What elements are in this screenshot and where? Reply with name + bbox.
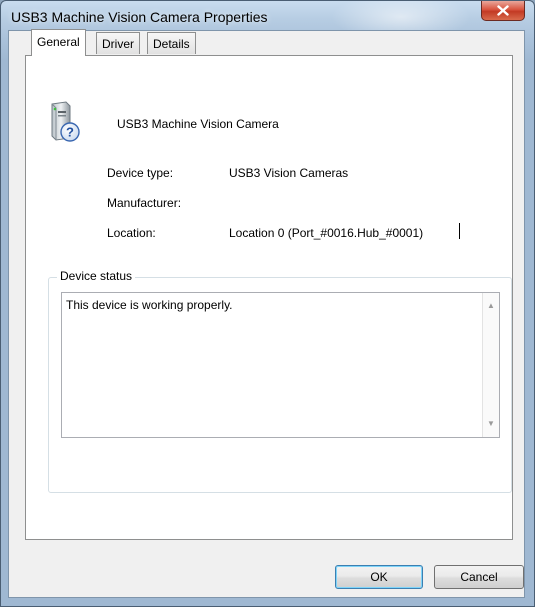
tab-driver[interactable]: Driver — [96, 32, 140, 54]
text-caret — [459, 223, 460, 239]
manufacturer-label: Manufacturer: — [107, 196, 182, 210]
device-name: USB3 Machine Vision Camera — [117, 117, 279, 131]
device-status-label: Device status — [57, 269, 136, 283]
device-type-label: Device type: — [107, 166, 174, 180]
close-icon — [497, 5, 509, 16]
unknown-device-icon: ? — [51, 101, 80, 142]
ok-button[interactable]: OK — [335, 565, 423, 589]
tab-details[interactable]: Details — [147, 32, 196, 54]
device-type-value: USB3 Vision Cameras — [229, 166, 349, 180]
device-status-text: This device is working properly. — [66, 298, 233, 312]
tab-general[interactable]: General — [31, 29, 86, 56]
location-value[interactable]: Location 0 (Port_#0016.Hub_#0001) — [229, 226, 423, 240]
location-label: Location: — [107, 226, 156, 240]
cancel-button[interactable]: Cancel — [434, 565, 524, 589]
scroll-down-arrow-icon[interactable]: ▼ — [487, 420, 495, 428]
device-status-textbox[interactable]: This device is working properly. ▲ ▼ — [61, 292, 500, 438]
scroll-up-arrow-icon[interactable]: ▲ — [487, 302, 495, 310]
svg-text:?: ? — [66, 125, 74, 140]
window-title: USB3 Machine Vision Camera Properties — [11, 9, 268, 25]
status-scrollbar[interactable]: ▲ ▼ — [482, 293, 499, 437]
close-button[interactable] — [481, 1, 525, 21]
